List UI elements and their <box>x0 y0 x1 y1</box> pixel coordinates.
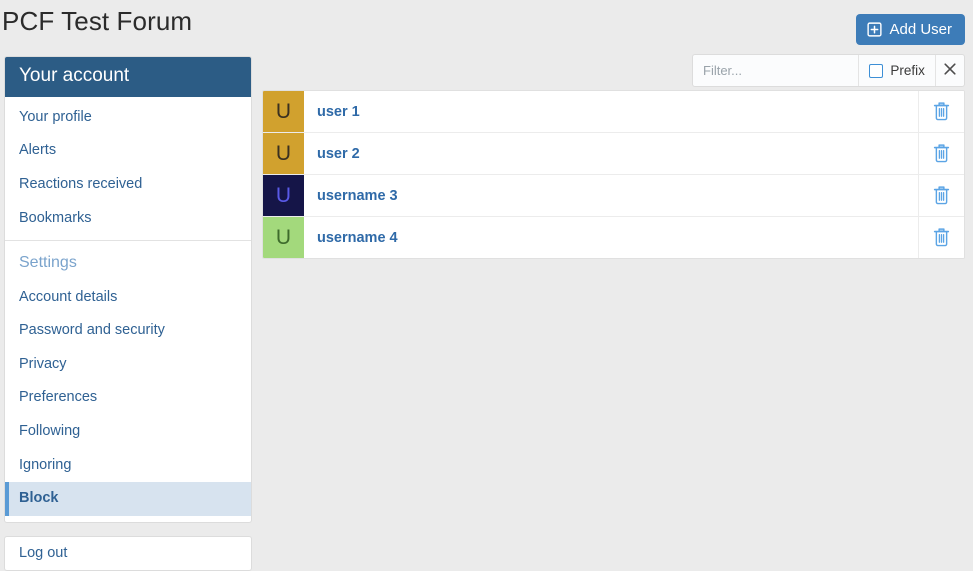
sidebar-header: Your account <box>5 57 251 97</box>
table-row: U user 2 <box>263 133 964 175</box>
sidebar-item-account-details[interactable]: Account details <box>5 281 251 315</box>
trash-icon <box>932 227 951 248</box>
table-row: U username 4 <box>263 217 964 258</box>
sidebar-item-your-profile[interactable]: Your profile <box>5 101 251 135</box>
avatar-letter: U <box>275 100 292 123</box>
sidebar-item-label: Alerts <box>19 142 57 159</box>
close-icon <box>943 62 957 79</box>
user-name-link[interactable]: username 3 <box>317 188 398 204</box>
delete-user-button[interactable] <box>919 217 964 258</box>
checkbox-square-icon <box>869 63 884 78</box>
page-title: PCF Test Forum <box>2 6 193 36</box>
trash-icon <box>932 101 951 122</box>
filter-input[interactable] <box>693 55 859 86</box>
user-name-cell: user 2 <box>304 133 919 174</box>
sidebar-item-ignoring[interactable]: Ignoring <box>5 449 251 483</box>
sidebar-item-label: Following <box>19 422 81 439</box>
sidebar-item-label: Block <box>19 490 59 507</box>
top-bar: PCF Test Forum Add User <box>0 0 973 56</box>
logout-label: Log out <box>19 544 68 561</box>
sidebar-item-preferences[interactable]: Preferences <box>5 381 251 415</box>
sidebar-item-alerts[interactable]: Alerts <box>5 134 251 168</box>
avatar-letter: U <box>275 226 292 249</box>
sidebar-item-label: Ignoring <box>19 456 72 473</box>
table-row: U user 1 <box>263 91 964 133</box>
delete-user-button[interactable] <box>919 175 964 216</box>
plus-square-icon <box>867 22 883 37</box>
sidebar-item-password-and-security[interactable]: Password and security <box>5 314 251 348</box>
sidebar-section-settings: Settings <box>5 245 251 281</box>
sidebar-item-label: Your profile <box>19 108 92 125</box>
sidebar-item-bookmarks[interactable]: Bookmarks <box>5 202 251 236</box>
avatar-letter: U <box>275 184 292 207</box>
add-user-button[interactable]: Add User <box>856 14 965 45</box>
trash-icon <box>932 143 951 164</box>
sidebar-item-following[interactable]: Following <box>5 415 251 449</box>
sidebar-item-label: Preferences <box>19 389 98 406</box>
user-name-cell: username 4 <box>304 217 919 258</box>
avatar[interactable]: U <box>263 217 304 258</box>
sidebar-item-block[interactable]: Block <box>5 482 251 516</box>
prefix-checkbox[interactable]: Prefix <box>858 55 935 86</box>
sidebar-divider <box>5 240 251 242</box>
delete-user-button[interactable] <box>919 133 964 174</box>
sidebar-section-label: Settings <box>19 254 77 272</box>
logout-button[interactable]: Log out <box>4 535 252 571</box>
sidebar-item-reactions-received[interactable]: Reactions received <box>5 168 251 202</box>
sidebar-panel: Your account Your profile Alerts Reactio… <box>4 56 252 523</box>
user-name-link[interactable]: username 4 <box>317 230 398 246</box>
sidebar-item-privacy[interactable]: Privacy <box>5 348 251 382</box>
user-name-link[interactable]: user 1 <box>317 104 360 120</box>
sidebar-item-label: Reactions received <box>19 176 143 193</box>
avatar-letter: U <box>275 142 292 165</box>
filter-bar: Prefix <box>692 54 965 87</box>
trash-icon <box>932 185 951 206</box>
sidebar: Your account Your profile Alerts Reactio… <box>4 56 252 571</box>
table-row: U username 3 <box>263 175 964 217</box>
sidebar-item-label: Privacy <box>19 355 67 372</box>
prefix-label: Prefix <box>890 63 925 78</box>
avatar[interactable]: U <box>263 175 304 216</box>
avatar[interactable]: U <box>263 133 304 174</box>
sidebar-menu: Your profile Alerts Reactions received B… <box>5 97 251 522</box>
user-name-cell: username 3 <box>304 175 919 216</box>
sidebar-item-label: Password and security <box>19 322 165 339</box>
user-name-cell: user 1 <box>304 91 919 132</box>
delete-user-button[interactable] <box>919 91 964 132</box>
user-list: U user 1 U user 2 U username 3 U usernam… <box>262 90 965 259</box>
avatar[interactable]: U <box>263 91 304 132</box>
filter-close-button[interactable] <box>934 55 964 86</box>
user-name-link[interactable]: user 2 <box>317 146 360 162</box>
sidebar-item-label: Bookmarks <box>19 209 92 226</box>
add-user-label: Add User <box>889 21 952 38</box>
sidebar-item-label: Account details <box>19 288 118 305</box>
